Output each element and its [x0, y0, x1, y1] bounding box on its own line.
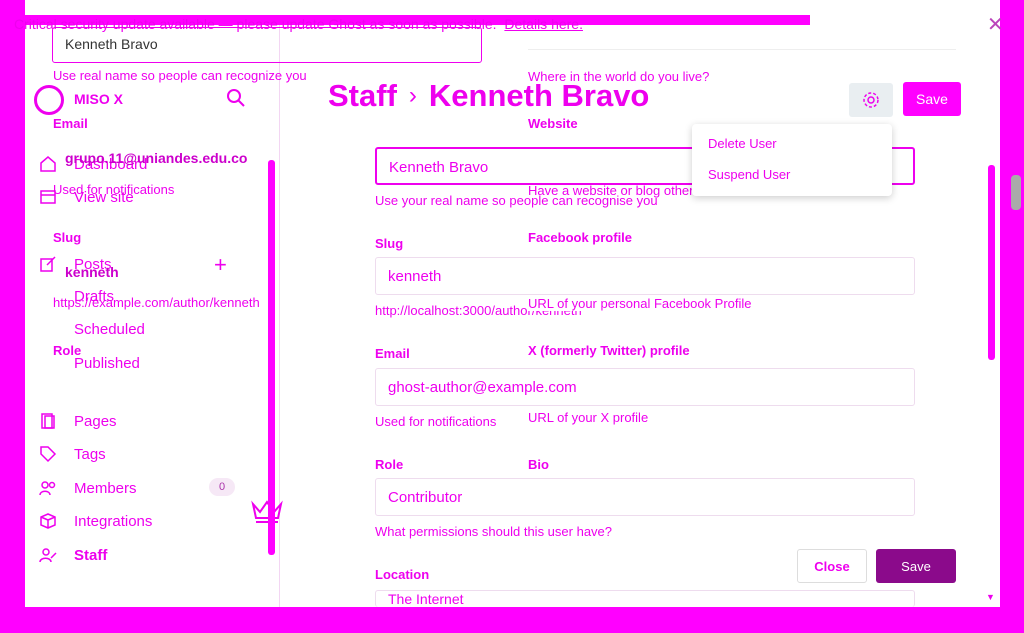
window-left-frame — [0, 0, 25, 633]
suspend-user-menu-item[interactable]: Suspend User — [708, 167, 876, 182]
close-icon[interactable]: ✕ — [987, 12, 1004, 37]
overlay-name-input[interactable]: Kenneth Bravo — [52, 27, 482, 63]
location-hint: Where in the world do you live? — [528, 69, 710, 84]
bio-label: Bio — [528, 457, 549, 472]
website-label: Website — [528, 116, 578, 131]
email-input[interactable]: ghost-author@example.com — [375, 368, 915, 406]
staff-icon — [38, 545, 58, 565]
overlay-email-value[interactable]: grupo.11@uniandes.edu.co — [65, 150, 247, 166]
divider — [528, 49, 956, 50]
search-icon[interactable] — [226, 88, 246, 108]
delete-user-menu-item[interactable]: Delete User — [708, 136, 876, 151]
overlay-email-label: Email — [53, 116, 88, 131]
sidebar-item-label: Pages — [74, 412, 117, 430]
close-button[interactable]: Close — [797, 549, 867, 583]
site-logo-icon — [34, 85, 64, 115]
breadcrumb-staff[interactable]: Staff — [328, 78, 397, 113]
slug-label: Slug — [375, 236, 404, 251]
email-hint: Used for notifications — [375, 414, 497, 429]
save-button[interactable]: Save — [876, 549, 956, 583]
facebook-hint: URL of your personal Facebook Profile — [528, 296, 752, 311]
pencil-icon — [38, 254, 58, 274]
role-label: Role — [375, 457, 404, 472]
crown-icon — [251, 500, 283, 523]
scroll-down-arrow-icon[interactable]: ▼ — [986, 592, 995, 602]
location-input[interactable]: The Internet — [375, 590, 915, 607]
overlay-slug-url: https://example.com/author/kenneth — [53, 295, 260, 310]
sidebar-scrollbar[interactable] — [268, 160, 275, 555]
window-scrollbar[interactable] — [1011, 175, 1021, 210]
overlay-slug-label: Slug — [53, 230, 82, 245]
banner-details-link[interactable]: Details here. — [504, 16, 583, 32]
location-label: Location — [375, 567, 430, 582]
window-right-frame — [1000, 0, 1024, 633]
sidebar-item-label: Members — [74, 479, 137, 497]
slug-input[interactable]: kenneth — [375, 257, 915, 295]
sidebar-item-label: Integrations — [74, 512, 153, 530]
window-bottom-frame — [0, 607, 1024, 633]
tag-icon — [38, 444, 58, 464]
cube-icon — [38, 511, 58, 531]
facebook-label: Facebook profile — [528, 230, 633, 245]
overlay-slug-value[interactable]: kenneth — [65, 264, 119, 280]
security-banner: Critical security update available — ple… — [14, 16, 583, 32]
settings-button[interactable] — [849, 83, 893, 117]
overlay-role-label: Role — [53, 343, 82, 358]
email-label: Email — [375, 346, 410, 361]
sidebar-item-members[interactable]: Members — [38, 478, 137, 498]
members-icon — [38, 478, 58, 498]
chevron-right-icon: › — [408, 82, 417, 109]
sidebar-item-staff[interactable]: Staff — [38, 545, 107, 565]
main-scrollbar[interactable] — [988, 165, 995, 360]
sidebar-item-published[interactable]: Published — [74, 355, 140, 372]
new-post-plus-icon[interactable]: + — [214, 252, 227, 278]
user-actions-menu: Delete User Suspend User — [692, 124, 892, 196]
overlay-name-hint: Use real name so people can recognize yo… — [53, 68, 307, 83]
pages-icon — [38, 411, 58, 431]
members-count-badge: 0 — [209, 478, 235, 496]
x-profile-hint: URL of your X profile — [528, 410, 649, 425]
sidebar-item-tags[interactable]: Tags — [38, 444, 106, 464]
save-button-header[interactable]: Save — [903, 82, 961, 116]
sidebar-item-integrations[interactable]: Integrations — [38, 511, 152, 531]
sidebar-item-pages[interactable]: Pages — [38, 411, 117, 431]
banner-text: Critical security update available — ple… — [14, 16, 497, 32]
x-profile-label: X (formerly Twitter) profile — [528, 343, 690, 358]
sidebar-item-label: Tags — [74, 445, 106, 463]
sidebar-item-scheduled[interactable]: Scheduled — [74, 321, 145, 338]
role-hint: What permissions should this user have? — [375, 524, 613, 539]
role-select[interactable]: Contributor — [375, 478, 915, 516]
overlay-email-hint: Used for notifications — [53, 182, 175, 197]
sidebar-item-label: Staff — [74, 546, 108, 564]
gear-icon — [863, 92, 879, 108]
home-icon — [38, 154, 58, 174]
site-brand[interactable]: MISO X — [74, 91, 123, 107]
